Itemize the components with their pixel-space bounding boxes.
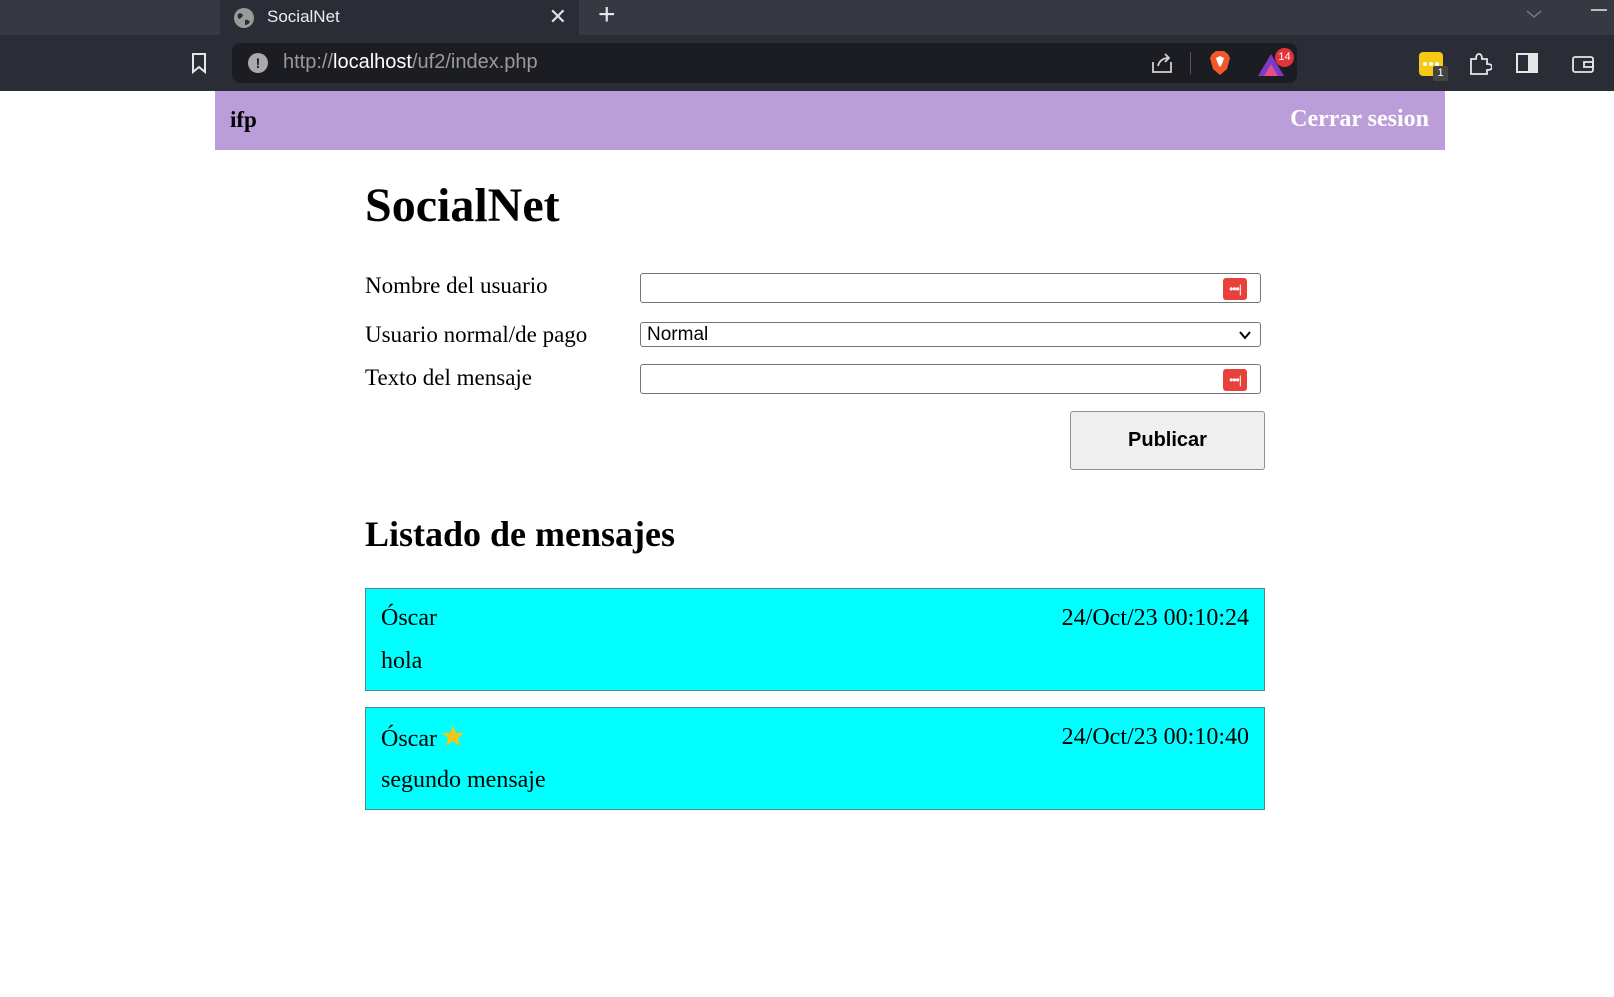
password-manager-icon[interactable]: •••| [1223, 369, 1247, 391]
publish-button[interactable]: Publicar [1070, 411, 1265, 470]
username-label: Nombre del usuario [365, 273, 548, 298]
browser-tabstrip: SocialNet ✕ + [0, 0, 1614, 35]
globe-icon [234, 8, 254, 28]
star-icon [441, 725, 464, 746]
message-author: Óscar [381, 605, 437, 631]
browser-toolbar: ! http://localhost/uf2/index.php 14 1 [0, 35, 1614, 91]
url-host: localhost [333, 51, 412, 73]
page-title: SocialNet [365, 179, 560, 232]
puzzle-icon[interactable] [1466, 51, 1492, 77]
message-label: Texto del mensaje [365, 365, 532, 390]
username-input[interactable]: •••| [640, 273, 1261, 303]
url-path: /uf2/index.php [411, 51, 538, 73]
message-author-wrap: Óscar [381, 724, 465, 753]
chevron-down-icon [1239, 331, 1251, 340]
brave-shield-icon[interactable] [1208, 50, 1232, 76]
omnibox-divider [1190, 52, 1191, 74]
brand-logo[interactable]: ifp [230, 107, 257, 133]
rewards-badge: 14 [1275, 48, 1294, 67]
message-text: hola [381, 648, 423, 674]
message-author: Óscar [381, 726, 437, 752]
chevron-down-icon[interactable] [1525, 5, 1543, 23]
sidebar-icon[interactable] [1516, 53, 1538, 73]
user-type-selected: Normal [647, 324, 709, 345]
tab-title: SocialNet [267, 7, 340, 26]
site-navbar: ifp Cerrar sesion [215, 91, 1445, 150]
message-date: 24/Oct/23 00:10:24 [1061, 605, 1249, 631]
close-icon[interactable]: ✕ [549, 4, 567, 30]
message-card: Óscar 24/Oct/23 00:10:40 segundo mensaje [365, 707, 1265, 810]
message-text: segundo mensaje [381, 767, 546, 793]
minimize-icon[interactable] [1591, 9, 1607, 11]
user-type-label: Usuario normal/de pago [365, 322, 588, 347]
message-card: Óscar 24/Oct/23 00:10:24 hola [365, 588, 1265, 691]
password-manager-icon[interactable]: •••| [1223, 278, 1247, 300]
logout-link[interactable]: Cerrar sesion [1290, 106, 1429, 133]
info-icon[interactable]: ! [248, 53, 268, 73]
browser-tab[interactable]: SocialNet ✕ [220, 0, 579, 35]
url-text[interactable]: http://localhost/uf2/index.php [283, 51, 538, 74]
user-type-select[interactable]: Normal [640, 322, 1261, 347]
url-scheme: http:// [283, 51, 334, 73]
share-icon[interactable] [1150, 52, 1174, 74]
wallet-icon[interactable] [1571, 53, 1595, 75]
address-bar[interactable]: ! http://localhost/uf2/index.php 14 [232, 43, 1297, 83]
plus-icon[interactable]: + [598, 0, 616, 30]
message-input[interactable]: •••| [640, 364, 1261, 394]
bookmark-icon[interactable] [188, 51, 210, 75]
message-date: 24/Oct/23 00:10:40 [1061, 724, 1249, 750]
messages-heading: Listado de mensajes [365, 514, 676, 554]
extension-badge: 1 [1433, 66, 1448, 81]
